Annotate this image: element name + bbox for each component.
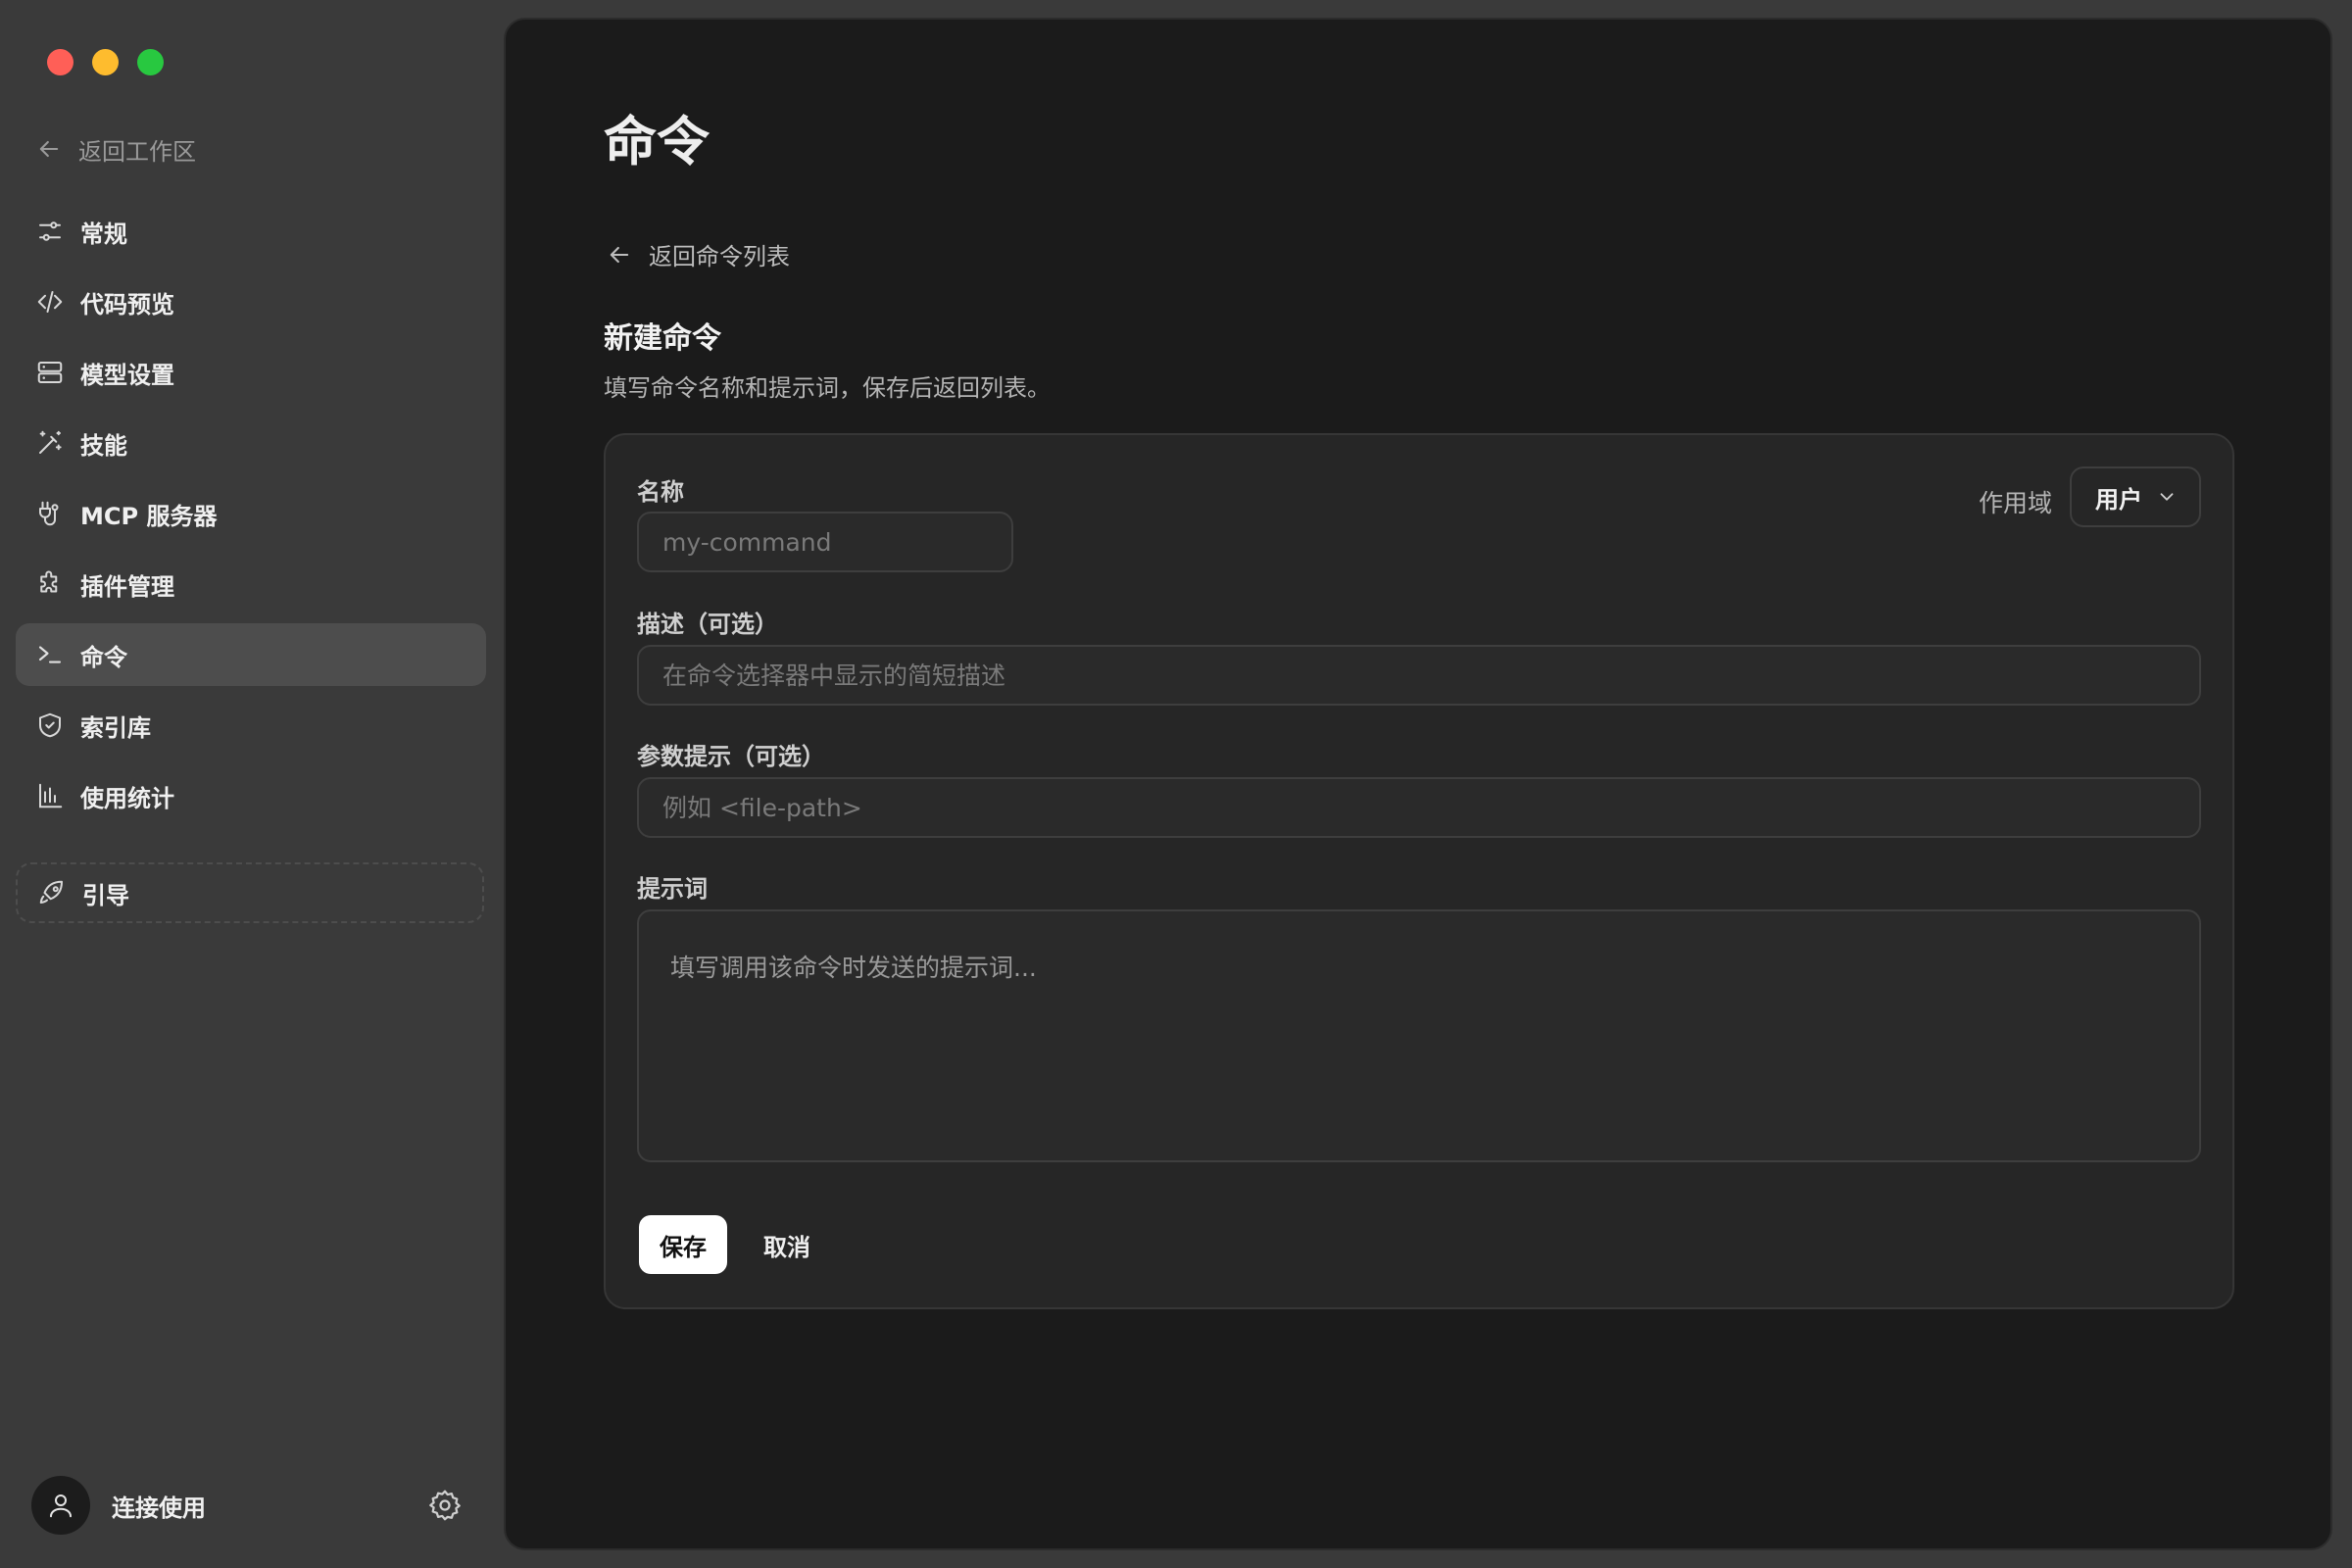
back-to-workspace-link[interactable]: 返回工作区 <box>35 129 196 169</box>
back-to-workspace-label: 返回工作区 <box>78 137 196 166</box>
new-command-form: 名称 作用域 用户 描述（可选） 参数提示（可选） 提示词 保存 取消 <box>604 433 2234 1309</box>
back-to-command-list-link[interactable]: 返回命令列表 <box>606 237 790 271</box>
arrow-left-icon <box>39 140 59 158</box>
user-icon <box>50 1494 72 1518</box>
avatar[interactable] <box>31 1476 90 1535</box>
puzzle-icon <box>40 570 58 593</box>
prompt-textarea[interactable] <box>637 909 2201 1162</box>
sidebar-item-general[interactable]: 常规 <box>16 200 486 263</box>
sidebar-item-label: 技能 <box>80 431 127 460</box>
sidebar-item-label: 索引库 <box>80 713 151 742</box>
account-label[interactable]: 连接使用 <box>112 1489 206 1523</box>
form-subtitle: 填写命令名称和提示词，保存后返回列表。 <box>604 374 1051 402</box>
save-button[interactable]: 保存 <box>639 1215 727 1274</box>
guide-label: 引导 <box>82 881 129 909</box>
account-row: 连接使用 <box>31 1474 463 1537</box>
chevron-down-icon <box>2160 493 2174 501</box>
sidebar-item-label: 插件管理 <box>80 572 174 601</box>
sidebar-item-label: MCP 服务器 <box>80 502 218 530</box>
gear-icon[interactable] <box>427 1488 463 1523</box>
sidebar-item-label: 使用统计 <box>80 784 174 812</box>
sidebar-item-label: 模型设置 <box>80 361 174 389</box>
maximize-window-button[interactable] <box>137 49 164 75</box>
close-window-button[interactable] <box>47 49 74 75</box>
sidebar-item-skills[interactable]: 技能 <box>16 412 486 474</box>
bar-chart-icon <box>39 783 63 808</box>
prompt-label: 提示词 <box>637 875 708 903</box>
server-icon <box>37 362 63 383</box>
sidebar-item-mcp-servers[interactable]: MCP 服务器 <box>16 482 486 545</box>
scope-select[interactable]: 用户 <box>2070 466 2201 527</box>
sliders-icon <box>39 221 61 241</box>
sidebar-item-code-preview[interactable]: 代码预览 <box>16 270 486 333</box>
settings-nav: 常规 代码预览 模型设置 技能 MCP 服务器 插件管理 命令 索引库 使用统计 <box>16 200 486 835</box>
sidebar-item-label: 代码预览 <box>80 290 174 318</box>
form-title: 新建命令 <box>604 321 721 356</box>
scope-value: 用户 <box>2095 485 2142 514</box>
sidebar-item-model-settings[interactable]: 模型设置 <box>16 341 486 404</box>
name-label: 名称 <box>637 478 684 506</box>
magic-wand-icon <box>39 430 62 454</box>
arrow-left-icon <box>610 246 629 263</box>
cancel-button[interactable]: 取消 <box>743 1215 831 1274</box>
code-icon <box>37 291 63 313</box>
sidebar-item-usage-stats[interactable]: 使用统计 <box>16 764 486 827</box>
sidebar-item-plugins[interactable]: 插件管理 <box>16 553 486 615</box>
sidebar-item-commands[interactable]: 命令 <box>16 623 486 686</box>
sidebar-item-index[interactable]: 索引库 <box>16 694 486 757</box>
main-panel: 命令 返回命令列表 新建命令 填写命令名称和提示词，保存后返回列表。 名称 作用… <box>504 18 2332 1550</box>
back-to-command-list-label: 返回命令列表 <box>649 243 790 270</box>
name-input[interactable] <box>637 512 1013 572</box>
rocket-icon <box>39 880 63 904</box>
sidebar: 返回工作区 常规 代码预览 模型设置 技能 MCP 服务器 插件管理 命令 索引… <box>0 0 502 1568</box>
argument-hint-label: 参数提示（可选） <box>637 743 825 770</box>
scope-label: 作用域 <box>1978 489 2052 517</box>
description-input[interactable] <box>637 645 2201 706</box>
sidebar-item-guide[interactable]: 引导 <box>16 862 484 923</box>
page-title: 命令 <box>604 111 710 172</box>
argument-hint-input[interactable] <box>637 777 2201 838</box>
sidebar-item-label: 命令 <box>80 643 127 671</box>
description-label: 描述（可选） <box>637 611 778 638</box>
sidebar-item-label: 常规 <box>80 220 127 248</box>
shield-icon <box>39 712 61 738</box>
plug-icon <box>39 501 59 526</box>
minimize-window-button[interactable] <box>92 49 119 75</box>
app-window: 返回工作区 常规 代码预览 模型设置 技能 MCP 服务器 插件管理 命令 索引… <box>0 0 2352 1568</box>
terminal-icon <box>38 646 62 663</box>
